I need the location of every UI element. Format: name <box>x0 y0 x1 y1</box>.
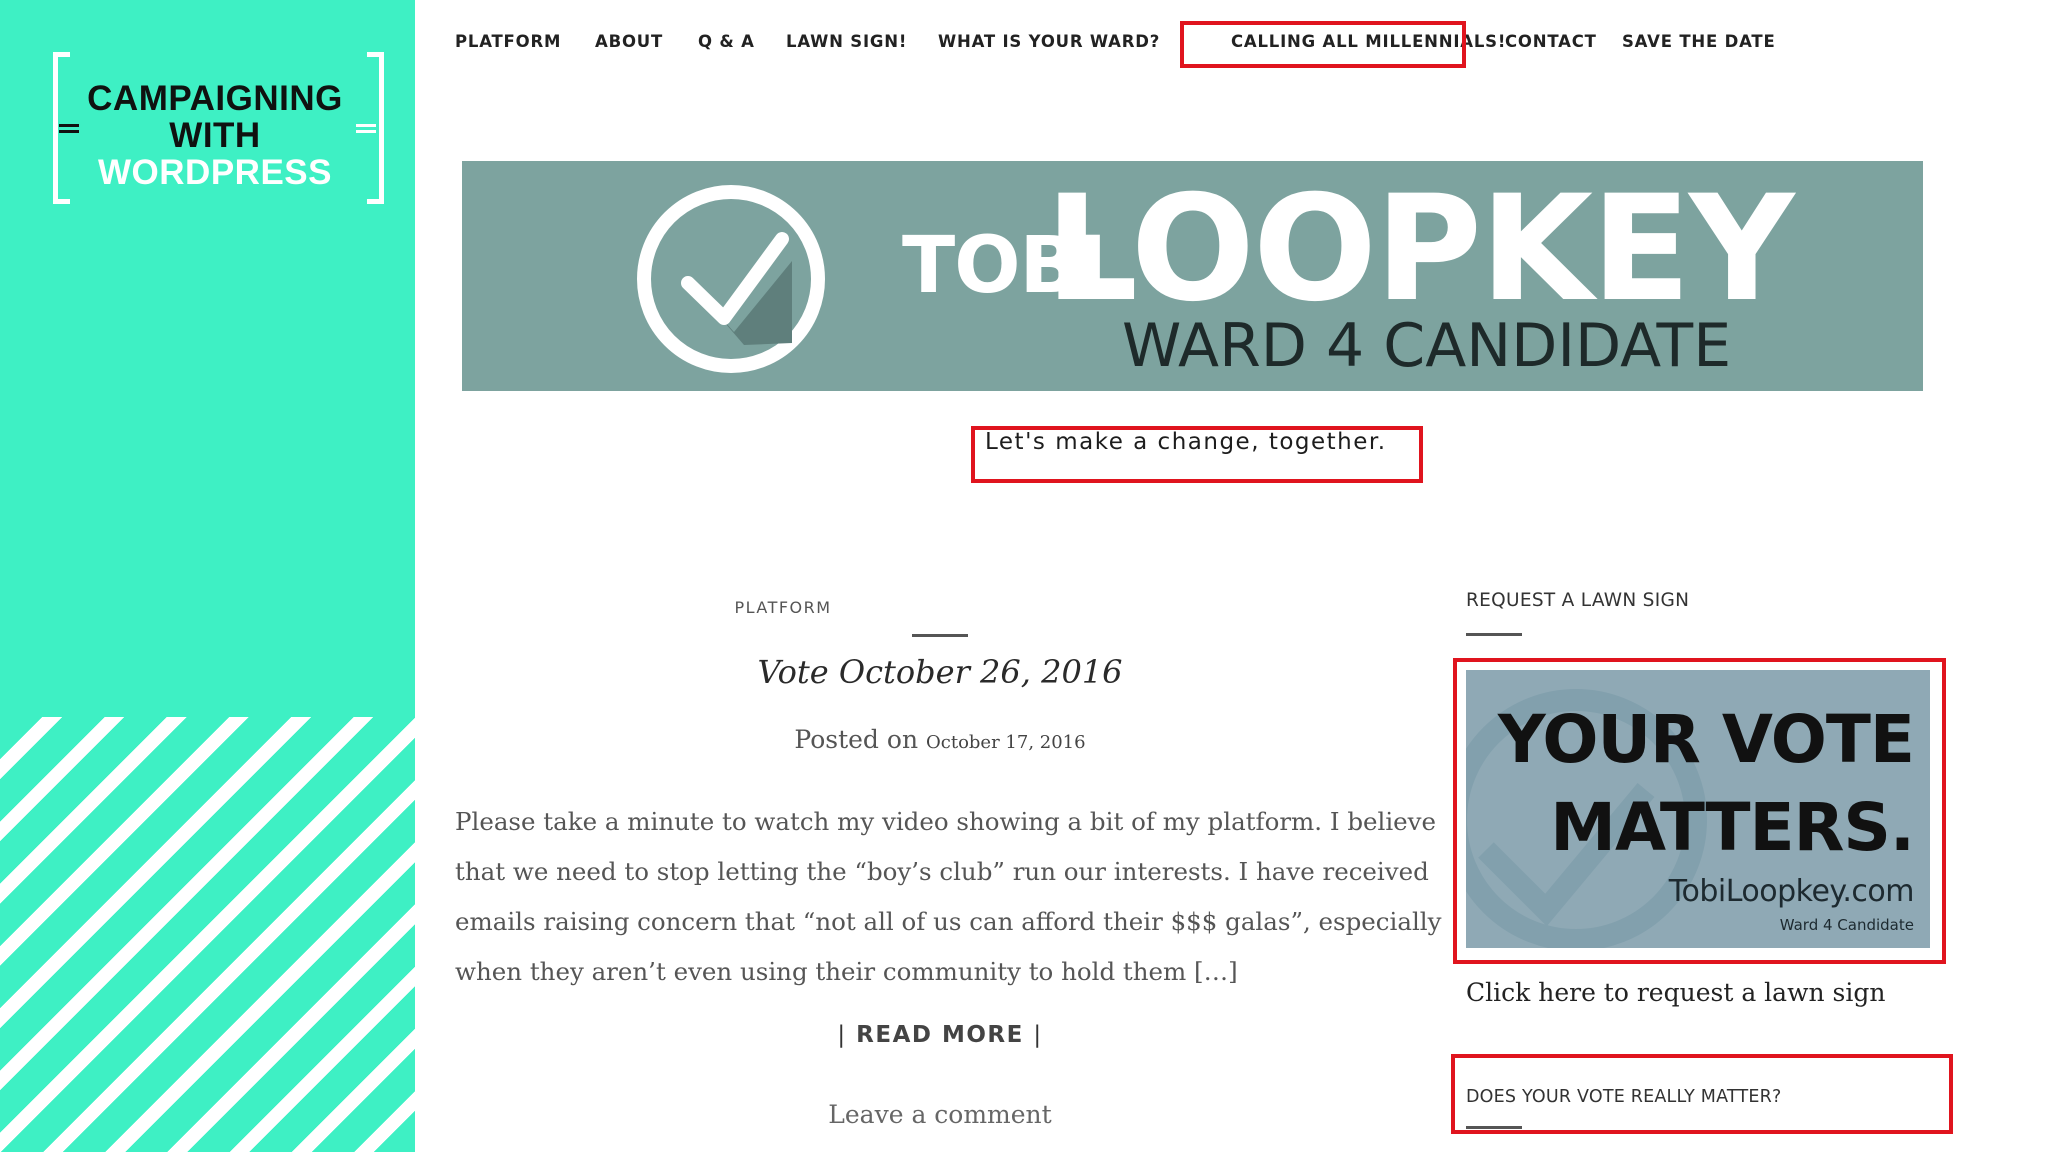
read-more-label[interactable]: READ MORE <box>856 1022 1024 1048</box>
post-date[interactable]: October 17, 2016 <box>926 732 1086 753</box>
branding-logo: CAMPAIGNING WITH WORDPRESS <box>70 80 360 191</box>
branding-panel: CAMPAIGNING WITH WORDPRESS <box>0 0 415 1152</box>
nav-item-contact[interactable]: CONTACT <box>1505 28 1597 56</box>
nav-item-platform[interactable]: PLATFORM <box>455 28 561 56</box>
leave-comment-link[interactable]: Leave a comment <box>715 1100 1165 1129</box>
read-more-right-divider: | <box>1033 1022 1043 1048</box>
slide: CAMPAIGNING WITH WORDPRESS PLATFORM ABOU… <box>0 0 2048 1152</box>
request-lawn-sign-link[interactable]: Click here to request a lawn sign <box>1466 978 1885 1007</box>
candidate-last-name: LOOPKEY <box>1045 164 1795 334</box>
website-page: PLATFORM ABOUT Q & A LAWN SIGN! WHAT IS … <box>415 0 2048 1152</box>
nav-item-qa[interactable]: Q & A <box>698 28 755 56</box>
nav-item-lawn-sign[interactable]: LAWN SIGN! <box>786 28 907 56</box>
widget-divider <box>1466 633 1522 636</box>
read-more-button[interactable]: | READ MORE | <box>715 1022 1165 1048</box>
branding-line-1: CAMPAIGNING <box>87 79 343 118</box>
nav-item-what-is-your-ward[interactable]: WHAT IS YOUR WARD? <box>938 28 1160 56</box>
highlight-box-nav <box>1180 21 1466 68</box>
read-more-left-divider: | <box>837 1022 847 1048</box>
branding-line-3: WORDPRESS <box>98 153 332 192</box>
posted-on-label: Posted on <box>794 725 919 754</box>
highlight-box-vote-widget <box>1451 1054 1953 1134</box>
nav-item-about[interactable]: ABOUT <box>595 28 663 56</box>
post-excerpt: Please take a minute to watch my video s… <box>455 807 1442 986</box>
post-category[interactable]: PLATFORM <box>683 598 883 617</box>
post-meta: Posted on October 17, 2016 <box>515 725 1365 754</box>
nav-item-save-the-date[interactable]: SAVE THE DATE <box>1622 28 1776 56</box>
lawn-sign-widget-title: REQUEST A LAWN SIGN <box>1466 590 1690 611</box>
header-banner: TOBI LOOPKEY WARD 4 CANDIDATE <box>462 161 1923 391</box>
highlight-box-lawn-sign <box>1453 658 1946 964</box>
branding-line-2: WITH <box>169 116 261 155</box>
highlight-box-tagline <box>971 426 1423 483</box>
candidate-subtitle: WARD 4 CANDIDATE <box>1122 311 1732 381</box>
post-title[interactable]: Vote October 26, 2016 <box>515 653 1365 691</box>
category-divider <box>912 634 968 637</box>
diagonal-stripes <box>0 717 415 1152</box>
